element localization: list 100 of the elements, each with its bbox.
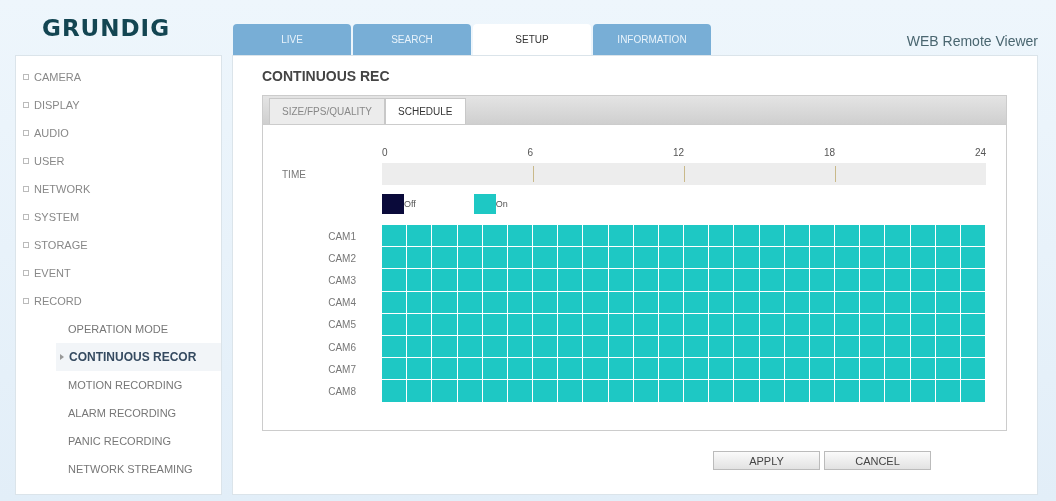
schedule-cell[interactable] (507, 247, 534, 270)
schedule-cell[interactable] (709, 335, 735, 359)
schedule-cell[interactable] (533, 225, 559, 248)
schedule-cell[interactable] (382, 225, 408, 248)
schedule-cell[interactable] (734, 380, 760, 403)
sidebar-subitem[interactable]: ALARM RECORDING (16, 399, 221, 427)
schedule-cell[interactable] (885, 380, 911, 403)
schedule-cell[interactable] (533, 291, 559, 314)
schedule-cell[interactable] (835, 291, 861, 314)
schedule-cell[interactable] (583, 291, 609, 314)
schedule-cell[interactable] (759, 358, 785, 381)
action-button[interactable]: APPLY (713, 451, 820, 470)
schedule-cell[interactable] (533, 335, 559, 359)
schedule-cell[interactable] (583, 269, 609, 292)
schedule-cell[interactable] (658, 225, 685, 248)
schedule-cell[interactable] (407, 225, 433, 248)
schedule-cell[interactable] (382, 358, 408, 381)
schedule-cell[interactable] (759, 269, 785, 292)
schedule-cell[interactable] (910, 380, 936, 403)
schedule-cell[interactable] (633, 380, 659, 403)
schedule-cell[interactable] (457, 225, 483, 248)
schedule-cell[interactable] (432, 358, 458, 381)
schedule-cell[interactable] (633, 358, 659, 381)
schedule-cell[interactable] (684, 225, 710, 248)
schedule-cell[interactable] (885, 269, 911, 292)
schedule-cell[interactable] (784, 269, 810, 292)
schedule-cell[interactable] (885, 313, 911, 336)
schedule-cell[interactable] (558, 335, 584, 359)
schedule-cell[interactable] (533, 380, 559, 403)
schedule-cell[interactable] (860, 291, 886, 314)
schedule-cell[interactable] (432, 247, 458, 270)
schedule-cell[interactable] (658, 358, 685, 381)
schedule-cell[interactable] (835, 225, 861, 248)
nav-tab[interactable]: SETUP (473, 24, 591, 55)
schedule-cell[interactable] (558, 313, 584, 336)
schedule-cell[interactable] (382, 269, 408, 292)
schedule-cell[interactable] (709, 313, 735, 336)
schedule-cell[interactable] (960, 225, 987, 248)
schedule-cell[interactable] (910, 358, 936, 381)
schedule-cell[interactable] (885, 358, 911, 381)
schedule-cell[interactable] (835, 247, 861, 270)
schedule-cell[interactable] (558, 291, 584, 314)
schedule-cell[interactable] (382, 247, 408, 270)
schedule-cell[interactable] (960, 269, 987, 292)
sidebar-subitem[interactable]: OPERATION MODE (16, 315, 221, 343)
schedule-cell[interactable] (558, 225, 584, 248)
schedule-cell[interactable] (734, 358, 760, 381)
action-button[interactable]: CANCEL (824, 451, 931, 470)
schedule-cell[interactable] (960, 247, 987, 270)
schedule-cell[interactable] (658, 269, 685, 292)
schedule-cell[interactable] (432, 313, 458, 336)
schedule-cell[interactable] (860, 335, 886, 359)
schedule-cell[interactable] (507, 380, 534, 403)
schedule-cell[interactable] (885, 225, 911, 248)
schedule-cell[interactable] (432, 269, 458, 292)
schedule-cell[interactable] (684, 335, 710, 359)
sidebar-item[interactable]: CAMERA (16, 63, 221, 91)
schedule-cell[interactable] (910, 225, 936, 248)
schedule-cell[interactable] (407, 269, 433, 292)
sidebar-subitem[interactable]: NETWORK STREAMING (16, 455, 221, 483)
sidebar-item[interactable]: RECORD (16, 287, 221, 315)
schedule-cell[interactable] (885, 335, 911, 359)
schedule-cell[interactable] (382, 335, 408, 359)
schedule-cell[interactable] (734, 225, 760, 248)
schedule-cell[interactable] (583, 313, 609, 336)
schedule-cell[interactable] (432, 225, 458, 248)
schedule-cell[interactable] (583, 247, 609, 270)
schedule-cell[interactable] (407, 335, 433, 359)
schedule-cell[interactable] (784, 247, 810, 270)
schedule-cell[interactable] (885, 291, 911, 314)
schedule-cell[interactable] (583, 380, 609, 403)
schedule-cell[interactable] (684, 358, 710, 381)
sidebar-item[interactable]: STORAGE (16, 231, 221, 259)
schedule-cell[interactable] (734, 269, 760, 292)
sidebar-subitem[interactable]: MOTION RECORDING (16, 371, 221, 399)
schedule-cell[interactable] (633, 269, 659, 292)
schedule-cell[interactable] (684, 313, 710, 336)
schedule-cell[interactable] (935, 380, 961, 403)
sidebar-item[interactable]: SYSTEM (16, 203, 221, 231)
schedule-cell[interactable] (935, 358, 961, 381)
schedule-cell[interactable] (407, 291, 433, 314)
schedule-cell[interactable] (558, 358, 584, 381)
schedule-cell[interactable] (457, 380, 483, 403)
schedule-cell[interactable] (407, 313, 433, 336)
schedule-cell[interactable] (533, 247, 559, 270)
schedule-cell[interactable] (608, 358, 634, 381)
sidebar-item[interactable]: EVENT (16, 259, 221, 287)
schedule-cell[interactable] (658, 247, 685, 270)
nav-tab[interactable]: INFORMATION (593, 24, 711, 55)
schedule-cell[interactable] (658, 380, 685, 403)
schedule-cell[interactable] (759, 247, 785, 270)
schedule-cell[interactable] (482, 358, 508, 381)
schedule-cell[interactable] (684, 247, 710, 270)
schedule-cell[interactable] (784, 358, 810, 381)
schedule-cell[interactable] (734, 247, 760, 270)
schedule-cell[interactable] (860, 247, 886, 270)
schedule-cell[interactable] (809, 380, 836, 403)
schedule-cell[interactable] (734, 291, 760, 314)
schedule-cell[interactable] (533, 358, 559, 381)
schedule-cell[interactable] (734, 313, 760, 336)
